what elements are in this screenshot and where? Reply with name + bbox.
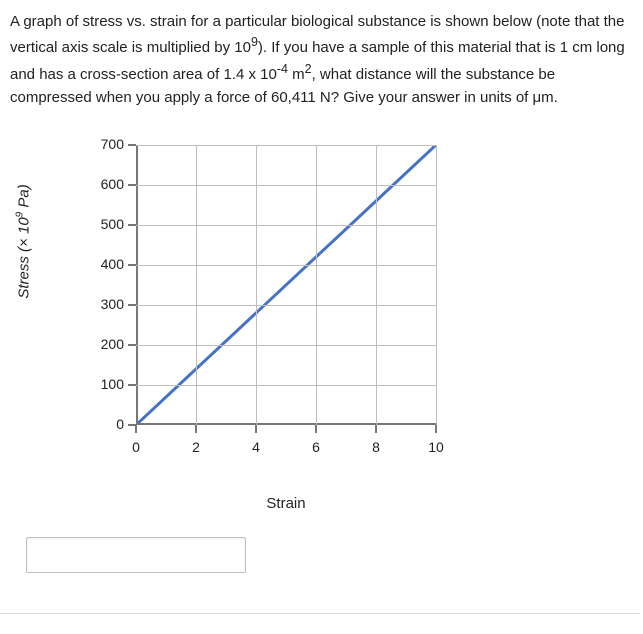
x-tick (255, 425, 257, 433)
data-series-line (136, 145, 436, 425)
x-tick (315, 425, 317, 433)
x-tick (135, 425, 137, 433)
series-line (136, 145, 436, 425)
gridline-v (316, 145, 317, 425)
x-tick-label: 2 (192, 437, 200, 459)
gridline-h (136, 145, 436, 146)
x-axis-label: Strain (136, 492, 436, 515)
y-tick-label: 0 (84, 414, 124, 436)
y-tick (128, 304, 136, 306)
gridline-v (376, 145, 377, 425)
y-tick (128, 144, 136, 146)
x-axis-line (136, 423, 436, 425)
chart-container: Stress (× 109 Pa) 0100200300400500600700… (30, 127, 450, 487)
x-tick-label: 0 (132, 437, 140, 459)
y-tick (128, 344, 136, 346)
y-tick (128, 384, 136, 386)
y-tick-label: 300 (84, 294, 124, 316)
y-tick-label: 400 (84, 254, 124, 276)
y-tick (128, 224, 136, 226)
x-tick (375, 425, 377, 433)
plot-area: 01002003004005006007000246810 (136, 145, 436, 425)
y-tick-label: 100 (84, 374, 124, 396)
y-tick (128, 184, 136, 186)
x-tick (195, 425, 197, 433)
x-tick-label: 10 (428, 437, 444, 459)
question-text: A graph of stress vs. strain for a parti… (10, 10, 633, 109)
x-tick (435, 425, 437, 433)
y-tick (128, 264, 136, 266)
x-tick-label: 6 (312, 437, 320, 459)
answer-container (26, 537, 633, 573)
gridline-h (136, 345, 436, 346)
divider (0, 613, 640, 614)
x-tick-label: 8 (372, 437, 380, 459)
gridline-v (256, 145, 257, 425)
gridline-v (436, 145, 437, 425)
y-axis-label: Stress (× 109 Pa) (12, 184, 35, 298)
y-tick-label: 200 (84, 334, 124, 356)
y-tick-label: 600 (84, 174, 124, 196)
y-tick-label: 500 (84, 214, 124, 236)
gridline-h (136, 185, 436, 186)
gridline-h (136, 385, 436, 386)
y-axis-line (136, 145, 138, 425)
gridline-h (136, 265, 436, 266)
gridline-v (196, 145, 197, 425)
y-tick-label: 700 (84, 134, 124, 156)
x-tick-label: 4 (252, 437, 260, 459)
answer-input[interactable] (26, 537, 246, 573)
gridline-h (136, 305, 436, 306)
gridline-h (136, 225, 436, 226)
question-body: A graph of stress vs. strain for a parti… (10, 13, 625, 106)
